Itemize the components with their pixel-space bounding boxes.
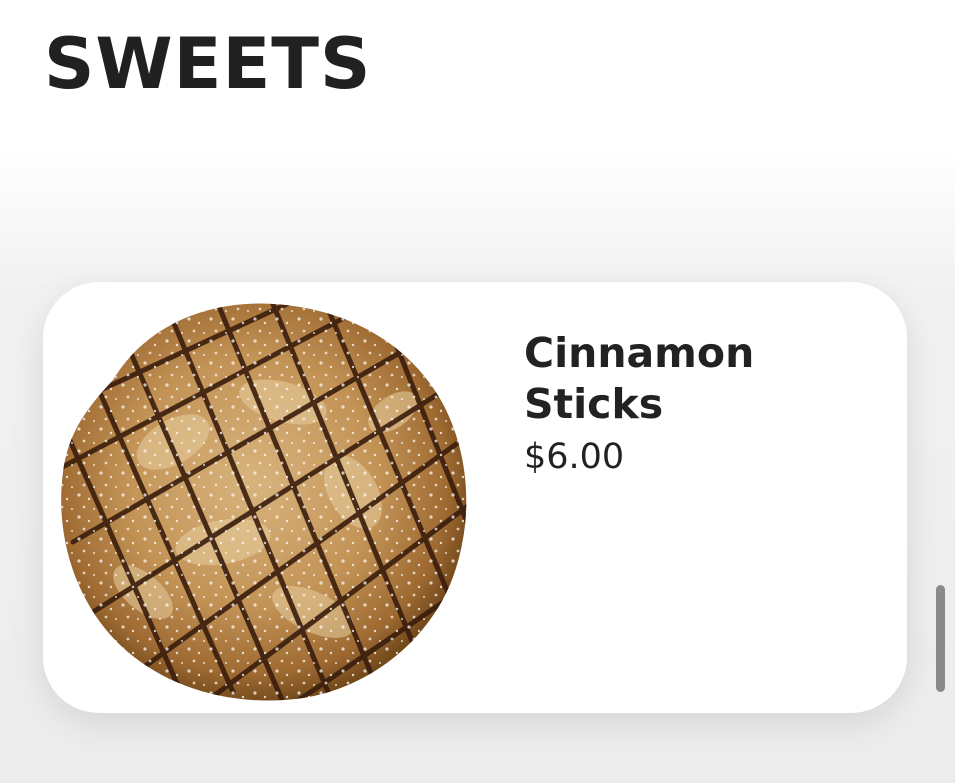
menu-page: SWEETS Cinnamon Sticks $6.00 bbox=[0, 0, 955, 783]
pastry-image bbox=[61, 303, 467, 701]
menu-item-name: Cinnamon Sticks bbox=[524, 329, 755, 428]
menu-item-card[interactable]: Cinnamon Sticks $6.00 bbox=[43, 282, 907, 713]
scrollbar-thumb[interactable] bbox=[936, 585, 945, 692]
menu-item-price: $6.00 bbox=[524, 437, 625, 477]
section-title: SWEETS bbox=[44, 23, 372, 105]
menu-item-info: Cinnamon Sticks $6.00 bbox=[524, 328, 864, 478]
